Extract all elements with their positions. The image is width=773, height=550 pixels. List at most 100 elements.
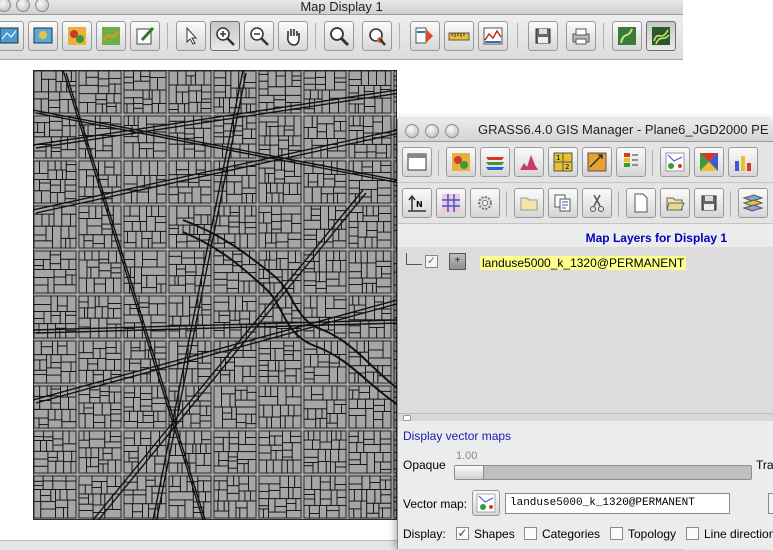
zoom-window-button[interactable] <box>445 124 459 138</box>
display-label: Display: <box>403 527 446 541</box>
tree-connector <box>406 264 422 265</box>
display-map-button[interactable] <box>0 21 24 51</box>
duplicate-layer-button[interactable] <box>548 188 578 218</box>
layer-name-item[interactable]: landuse5000_k_1320@PERMANENT <box>480 256 687 270</box>
shapes-checkbox[interactable]: ✓ <box>456 527 469 540</box>
line-direction-label: Line direction <box>704 527 773 541</box>
raster-arrows-button[interactable] <box>582 147 612 177</box>
grid-overlay-icon <box>442 194 460 212</box>
histogram-button[interactable] <box>514 147 544 177</box>
gear-icon <box>478 196 492 210</box>
copy-icon <box>554 194 571 212</box>
raster-legend-button[interactable] <box>616 147 646 177</box>
erase-button[interactable] <box>96 21 126 51</box>
triangle-icon <box>700 153 718 171</box>
vector-map-extra-button[interactable] <box>768 493 773 514</box>
mode-2d-button[interactable] <box>612 21 642 51</box>
cut-icon <box>590 194 604 212</box>
zoom-menu-button[interactable] <box>324 21 354 51</box>
zoom-out-button[interactable] <box>244 21 274 51</box>
layer-visibility-checkbox[interactable]: ✓ <box>425 255 438 268</box>
transparent-label: Tra <box>756 458 773 472</box>
pointer-button[interactable] <box>176 21 206 51</box>
raster-numbers-button[interactable]: 12 <box>548 147 578 177</box>
delete-layer-button[interactable] <box>582 188 612 218</box>
shapes-label: Shapes <box>474 527 515 541</box>
draw-button[interactable] <box>130 21 160 51</box>
query-button[interactable] <box>362 21 392 51</box>
vector-icon <box>476 493 496 513</box>
render-map-button[interactable] <box>28 21 58 51</box>
layers-icon <box>742 194 764 212</box>
landuse-vector-map <box>33 70 397 520</box>
load-layers-button[interactable] <box>738 188 768 218</box>
topology-checkbox[interactable] <box>610 527 623 540</box>
analyze-button[interactable] <box>410 21 440 51</box>
add-rgb-layers-button[interactable] <box>480 147 510 177</box>
gis-manager-window: GRASS6.4.0 GIS Manager - Plane6_JGD2000 … <box>397 119 773 549</box>
new-workspace-button[interactable] <box>626 188 656 218</box>
profile-button[interactable] <box>478 21 508 51</box>
zoom-in-button[interactable] <box>210 21 240 51</box>
save-display-button[interactable] <box>528 21 558 51</box>
grid-icon: 12 <box>553 152 573 172</box>
layer-properties-panel: Display vector maps 1.00 Opaque Tra Vect… <box>398 421 773 549</box>
parcel-lines <box>33 70 397 520</box>
toolbar-separator <box>618 191 619 217</box>
measure-icon <box>448 32 470 41</box>
display-options-row: Display: ✓ Shapes Categories Topology Li… <box>403 525 773 543</box>
toolbar-separator <box>315 23 316 49</box>
opacity-slider[interactable] <box>454 465 752 480</box>
measure-button[interactable] <box>444 21 474 51</box>
close-window-button[interactable] <box>405 124 419 138</box>
profile-icon <box>483 27 503 45</box>
overlay-button[interactable] <box>62 21 92 51</box>
display-map-icon <box>0 27 19 44</box>
vector-map-field[interactable]: landuse5000_k_1320@PERMANENT <box>505 493 730 514</box>
draw-icon <box>136 26 155 45</box>
svg-text:N: N <box>416 200 423 209</box>
opacity-slider-thumb[interactable] <box>455 466 484 479</box>
add-vector-button[interactable] <box>660 147 690 177</box>
layer-type-icon: + <box>449 253 466 270</box>
pan-button[interactable] <box>278 21 308 51</box>
open-icon <box>666 197 685 211</box>
map-display-toolbar <box>0 15 683 60</box>
new-display-icon <box>407 153 427 171</box>
print-icon <box>572 28 590 45</box>
toolbar-separator <box>652 150 653 176</box>
topology-label: Topology <box>628 527 677 541</box>
print-button[interactable] <box>566 21 596 51</box>
toolbar-separator <box>399 23 400 49</box>
bar-chart-icon <box>735 156 751 171</box>
north-arrow-button[interactable]: N <box>402 188 432 218</box>
categories-checkbox[interactable] <box>524 527 537 540</box>
pointer-icon <box>186 26 198 45</box>
minimize-window-button[interactable] <box>425 124 439 138</box>
map-canvas[interactable] <box>33 70 397 520</box>
select-vector-button[interactable] <box>472 490 500 516</box>
analyze-icon <box>415 27 433 44</box>
grid-overlay-button[interactable] <box>436 188 466 218</box>
command-button[interactable] <box>470 188 500 218</box>
add-group-button[interactable] <box>514 188 544 218</box>
north-arrow-icon: N <box>408 194 426 212</box>
open-workspace-button[interactable] <box>660 188 690 218</box>
new-display-button[interactable] <box>402 147 432 177</box>
thematic-chart-button[interactable] <box>728 147 758 177</box>
gis-manager-toolbar-1: 12 <box>398 142 773 183</box>
erase-icon <box>102 27 120 45</box>
mode-3d-button[interactable] <box>646 21 676 51</box>
layer-tree[interactable]: ✓ + landuse5000_k_1320@PERMANENT <box>398 247 773 413</box>
thematic-vector-button[interactable] <box>694 147 724 177</box>
raster-icon <box>452 153 470 171</box>
layers-header: Map Layers for Display 1 <box>398 227 773 247</box>
line-direction-checkbox[interactable] <box>686 527 699 540</box>
toolbar-separator <box>603 23 604 49</box>
legend-icon <box>624 153 638 167</box>
toolbar-separator <box>517 23 518 49</box>
add-raster-button[interactable] <box>446 147 476 177</box>
save-icon <box>535 28 551 44</box>
save-workspace-button[interactable] <box>694 188 724 218</box>
svg-text:1: 1 <box>556 154 560 162</box>
